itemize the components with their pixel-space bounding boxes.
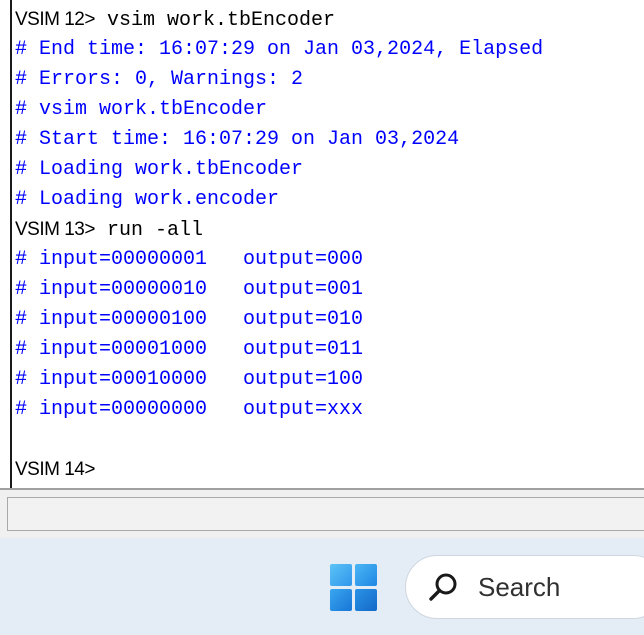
status-bar xyxy=(0,490,644,538)
transcript-output-line: # Errors: 0, Warnings: 2 xyxy=(15,65,543,95)
line-text: run -all xyxy=(94,219,203,242)
line-text: # vsim work.tbEncoder xyxy=(15,98,268,121)
line-text: # input=00000001 output=000 xyxy=(15,248,364,271)
transcript-output-line: # input=00000010 output=001 xyxy=(15,275,543,305)
line-text: vsim work.tbEncoder xyxy=(94,9,336,32)
transcript-lines: VSIM 12> vsim work.tbEncoder # End time: … xyxy=(15,5,543,485)
transcript-command-line: VSIM 14> xyxy=(15,455,543,485)
transcript-output-line: # End time: 16:07:29 on Jan 03,2024, Ela… xyxy=(15,35,543,65)
transcript-output-line: # Start time: 16:07:29 on Jan 03,2024 xyxy=(15,125,543,155)
transcript-window[interactable]: VSIM 12> vsim work.tbEncoder # End time: … xyxy=(0,0,644,490)
line-text: # Loading work.tbEncoder xyxy=(15,158,304,181)
search-icon xyxy=(429,573,457,601)
line-text: # Start time: 16:07:29 on Jan 03,2024 xyxy=(15,128,460,151)
transcript-output-line: # input=00000001 output=000 xyxy=(15,245,543,275)
windows-logo-icon-tile-4 xyxy=(355,589,377,611)
taskbar: Search xyxy=(0,538,644,635)
transcript-blank-line xyxy=(15,425,543,455)
transcript-output-line: # Loading work.encoder xyxy=(15,185,543,215)
line-text: # input=00000000 output=xxx xyxy=(15,398,364,421)
vsim-prompt: VSIM 13> xyxy=(15,219,95,240)
transcript-output-line: # input=00000100 output=010 xyxy=(15,305,543,335)
transcript-output-line: # input=00000000 output=xxx xyxy=(15,395,543,425)
line-text: # input=00010000 output=100 xyxy=(15,368,364,391)
transcript-output-line: # input=00010000 output=100 xyxy=(15,365,543,395)
transcript-output-line: # Loading work.tbEncoder xyxy=(15,155,543,185)
search-label: Search xyxy=(478,572,561,602)
vsim-prompt: VSIM 12> xyxy=(15,9,95,30)
transcript-command-line: VSIM 13> run -all xyxy=(15,215,543,245)
windows-start-button[interactable] xyxy=(330,564,378,612)
windows-logo-icon-tile-3 xyxy=(330,589,352,611)
status-field xyxy=(7,497,644,531)
line-text: # input=00000100 output=010 xyxy=(15,308,364,331)
transcript-output-line: # vsim work.tbEncoder xyxy=(15,95,543,125)
taskbar-search-box[interactable]: Search xyxy=(405,555,644,619)
windows-logo-icon-tile-2 xyxy=(355,564,377,586)
transcript-command-line: VSIM 12> vsim work.tbEncoder xyxy=(15,5,543,35)
transcript-left-border xyxy=(10,0,12,488)
line-text: # input=00000010 output=001 xyxy=(15,278,364,301)
line-text: # Errors: 0, Warnings: 2 xyxy=(15,68,304,91)
windows-logo-icon xyxy=(330,564,352,586)
vsim-prompt: VSIM 14> xyxy=(15,459,95,480)
line-text: # input=00001000 output=011 xyxy=(15,338,364,361)
transcript-output-line: # input=00001000 output=011 xyxy=(15,335,543,365)
line-text: # Loading work.encoder xyxy=(15,188,280,211)
line-text: # End time: 16:07:29 on Jan 03,2024, Ela… xyxy=(15,38,544,61)
